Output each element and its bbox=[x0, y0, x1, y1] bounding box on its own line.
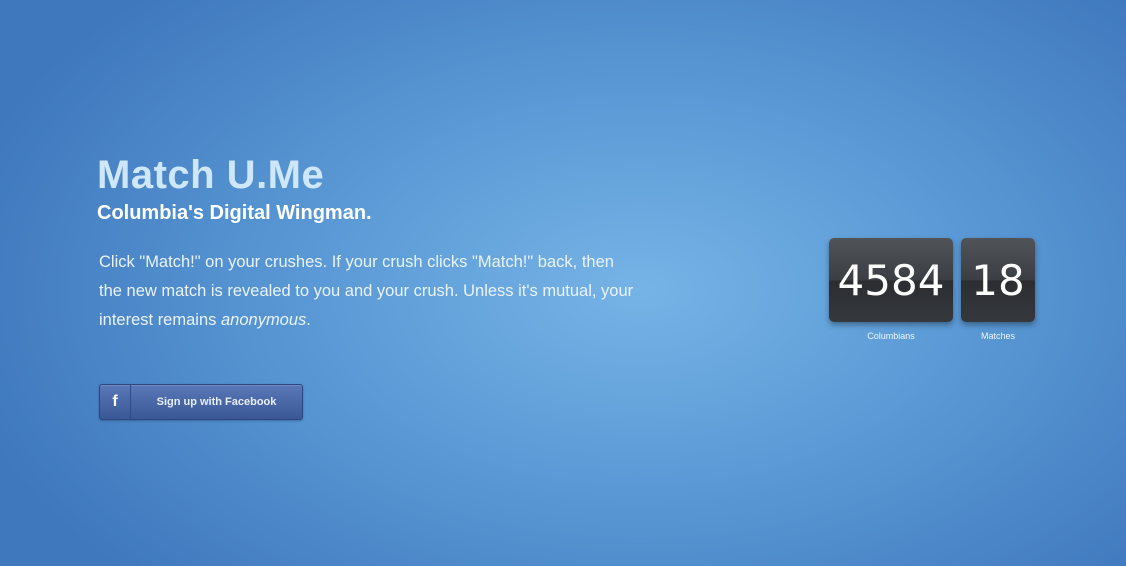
facebook-signup-label: Sign up with Facebook bbox=[156, 396, 277, 408]
description-text: Click "Match!" on your crushes. If your … bbox=[99, 253, 634, 329]
matches-label: Matches bbox=[980, 331, 1015, 341]
tagline: Columbia's Digital Wingman. bbox=[97, 202, 372, 224]
stats-panel: 4584 Columbians 18 Matches bbox=[829, 238, 1035, 341]
stat-columbians: 4584 Columbians bbox=[829, 238, 953, 341]
stat-matches: 18 Matches bbox=[961, 238, 1035, 341]
facebook-icon: f bbox=[100, 385, 131, 419]
columbians-label: Columbians bbox=[867, 331, 915, 341]
hero-section: Match U.Me Columbia's Digital Wingman. C… bbox=[97, 150, 657, 335]
description-emphasis: anonymous bbox=[220, 311, 307, 329]
brand-title: Match U.Me bbox=[97, 153, 325, 197]
matches-counter: 18 bbox=[961, 238, 1035, 322]
description: Click "Match!" on your crushes. If your … bbox=[99, 248, 639, 335]
facebook-signup-button[interactable]: f Sign up with Facebook bbox=[99, 384, 303, 420]
columbians-counter: 4584 bbox=[829, 238, 953, 322]
description-end: . bbox=[306, 311, 311, 329]
